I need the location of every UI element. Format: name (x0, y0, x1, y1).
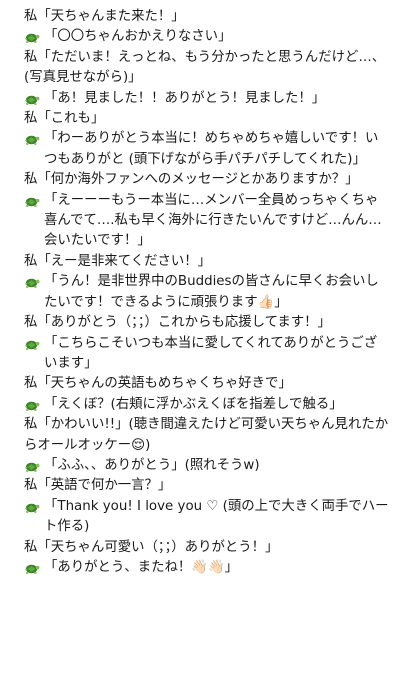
turtle-icon (25, 136, 40, 146)
me-line: 私「何か海外ファンへのメッセージとかありますか？」 (24, 170, 390, 190)
line-text: 私「天ちゃん可愛い（；；）ありがとう！」 (24, 539, 279, 555)
tenchan-line: 「わーありがとう本当に！めちゃめちゃ嬉しいです！いつもありがと (頭下げながら手… (24, 129, 390, 170)
line-text: 私「これも」 (24, 111, 105, 127)
turtle-icon (25, 503, 40, 513)
tenchan-line: 「あ！見ました！！ありがとう！見ました！」 (24, 89, 390, 109)
me-line: 私「ありがとう（；；）これからも応援してます！」 (24, 313, 390, 333)
me-line: 私「これも」 (24, 109, 390, 129)
tenchan-line: 「ふふ、、ありがとう」(照れそうw) (24, 456, 390, 476)
tenchan-line: 「ありがとう、またね！👋🏻👋🏻」 (24, 558, 390, 578)
line-text: 私「何か海外ファンへのメッセージとかありますか？」 (24, 172, 359, 188)
turtle-icon (25, 401, 40, 411)
line-text: 「ありがとう、またね！👋🏻👋🏻」 (44, 559, 239, 575)
turtle-icon (25, 95, 40, 105)
line-text: 「こちらこそいつも本当に愛してくれてありがとうございます」 (44, 335, 378, 371)
me-line: 私「天ちゃんの英語もめちゃくちゃ好きで」 (24, 374, 390, 394)
line-text: 「うん！是非世界中のBuddiesの皆さんに早くお会いしたいです！できるように頑… (44, 274, 379, 310)
turtle-icon (25, 197, 40, 207)
line-text: 私「ただいま！えっとね、もう分かったと思うんだけど…、(写真見せながら)」 (24, 49, 386, 86)
tenchan-line: 「Thank you! I love you ♡ (頭の上で大きく両手でハート作… (24, 497, 390, 538)
tenchan-line: 「えくぼ？(右頬に浮かぶえくぼを指差しで触る」 (24, 395, 390, 415)
line-text: 「えーーーもうー本当に…メンバー全員めっちゃくちゃ喜んでて….私も早く海外に行き… (44, 192, 382, 249)
tenchan-line: 「うん！是非世界中のBuddiesの皆さんに早くお会いしたいです！できるように頑… (24, 272, 390, 313)
me-line: 私「天ちゃんまた来た！」 (24, 7, 390, 27)
line-text: 私「天ちゃんの英語もめちゃくちゃ好きで」 (24, 376, 292, 392)
me-line: 私「かわいい!!」(聴き間違えたけど可愛い天ちゃん見れたからオールオッケー😌) (24, 415, 390, 456)
turtle-icon (25, 564, 40, 574)
turtle-icon (25, 279, 40, 289)
line-text: 「ふふ、、ありがとう」(照れそうw) (44, 457, 260, 473)
tenchan-line: 「こちらこそいつも本当に愛してくれてありがとうございます」 (24, 334, 390, 375)
turtle-icon (25, 462, 40, 472)
tenchan-line: 「〇〇ちゃんおかえりなさい」 (24, 27, 390, 47)
conversation-transcript: 私「天ちゃんまた来た！」「〇〇ちゃんおかえりなさい」私「ただいま！えっとね、もう… (0, 0, 400, 578)
line-text: 私「英語で何か一言？」 (24, 478, 172, 494)
line-text: 「Thank you! I love you ♡ (頭の上で大きく両手でハート作… (44, 498, 389, 535)
me-line: 私「ただいま！えっとね、もう分かったと思うんだけど…、(写真見せながら)」 (24, 48, 390, 89)
line-text: 私「ありがとう（；；）これからも応援してます！」 (24, 315, 331, 331)
me-line: 私「天ちゃん可愛い（；；）ありがとう！」 (24, 538, 390, 558)
line-text: 私「かわいい!!」(聴き間違えたけど可愛い天ちゃん見れたからオールオッケー😌) (24, 417, 389, 453)
me-line: 私「えー是非来てください！」 (24, 252, 390, 272)
turtle-icon (25, 340, 40, 350)
line-text: 「わーありがとう本当に！めちゃめちゃ嬉しいです！いつもありがと (頭下げながら手… (44, 131, 379, 167)
me-line: 私「英語で何か一言？」 (24, 476, 390, 496)
line-text: 「〇〇ちゃんおかえりなさい」 (44, 29, 232, 45)
line-text: 「あ！見ました！！ありがとう！見ました！」 (44, 90, 326, 106)
line-text: 私「えー是非来てください！」 (24, 253, 212, 269)
tenchan-line: 「えーーーもうー本当に…メンバー全員めっちゃくちゃ喜んでて….私も早く海外に行き… (24, 191, 390, 252)
line-text: 私「天ちゃんまた来た！」 (24, 9, 185, 24)
line-text: 「えくぼ？(右頬に浮かぶえくぼを指差しで触る」 (44, 396, 343, 412)
turtle-icon (25, 34, 40, 44)
